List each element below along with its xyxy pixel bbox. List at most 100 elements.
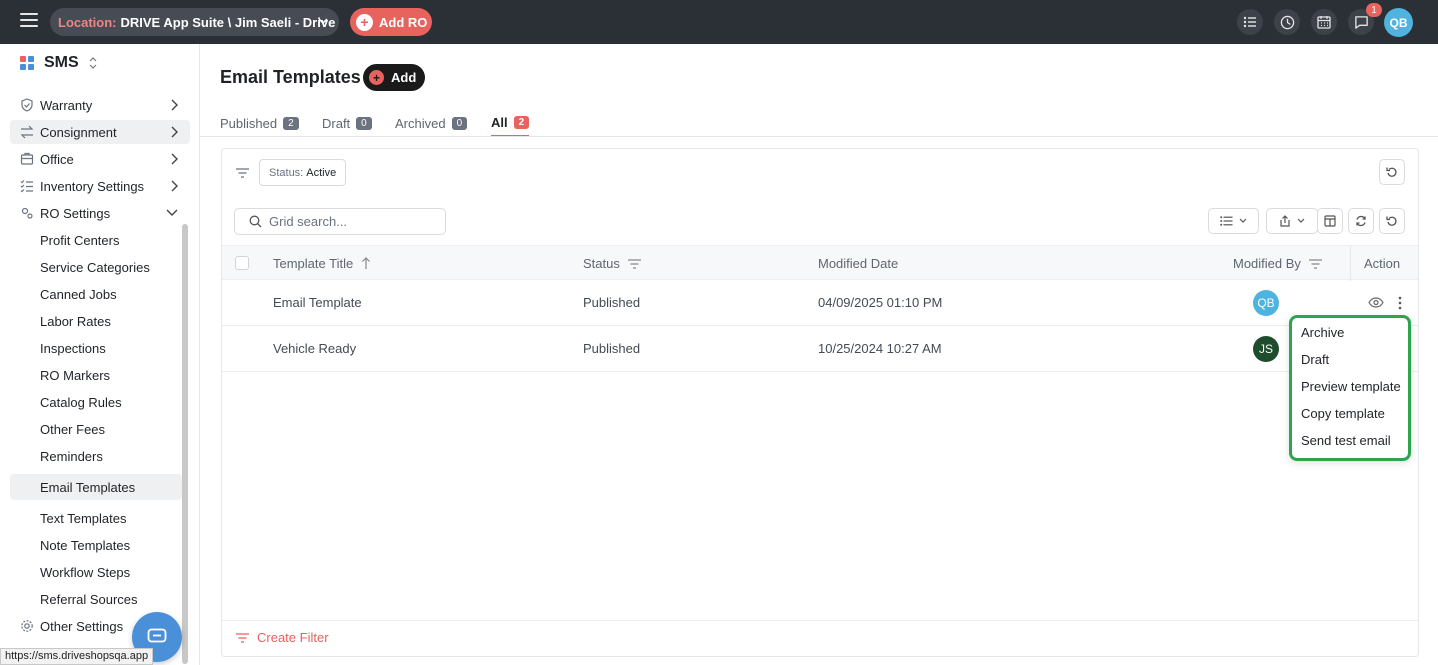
tab-count: 0 <box>451 117 468 130</box>
reset-filters-button[interactable] <box>1379 159 1405 185</box>
grid-search-input[interactable] <box>269 214 429 229</box>
clock-icon[interactable] <box>1274 9 1300 35</box>
top-bar: Location: DRIVE App Suite \ Jim Saeli - … <box>0 0 1438 44</box>
sidebar-item-note-templates[interactable]: Note Templates <box>10 532 182 558</box>
refresh-button[interactable] <box>1348 208 1374 234</box>
status-filter-chip[interactable]: Status: Active <box>259 159 347 186</box>
menu-item-archive[interactable]: Archive <box>1301 325 1344 340</box>
columns-button[interactable] <box>1317 208 1343 234</box>
create-filter-button[interactable]: Create Filter <box>236 630 329 645</box>
avatar: QB <box>1253 290 1279 316</box>
sidebar-item-ro-markers[interactable]: RO Markers <box>10 362 182 388</box>
sidebar-item-label: Inspections <box>40 340 106 356</box>
cell-template-title[interactable]: Vehicle Ready <box>273 341 356 356</box>
list-icon[interactable] <box>1237 9 1263 35</box>
column-status[interactable]: Status <box>583 256 641 271</box>
sidebar-item-label: Consignment <box>40 124 117 140</box>
location-label: Location: <box>58 14 117 30</box>
add-template-button[interactable]: + Add <box>363 64 425 91</box>
sidebar-item-label: Canned Jobs <box>40 286 117 302</box>
sidebar-item-referral-sources[interactable]: Referral Sources <box>10 586 182 612</box>
sidebar-item-service-categories[interactable]: Service Categories <box>10 254 182 280</box>
menu-item-draft[interactable]: Draft <box>1301 352 1329 367</box>
sidebar-item-label: Referral Sources <box>40 591 138 607</box>
chevron-updown-icon <box>89 57 97 69</box>
gear-icon <box>21 620 33 632</box>
table-row[interactable]: Email Template Published 04/09/2025 01:1… <box>222 280 1418 326</box>
add-ro-button[interactable]: + Add RO <box>350 8 432 36</box>
row-action-menu: Archive Draft Preview template Copy temp… <box>1289 315 1411 461</box>
column-action: Action <box>1364 256 1400 271</box>
sidebar-item-workflow-steps[interactable]: Workflow Steps <box>10 559 182 585</box>
reset-grid-button[interactable] <box>1379 208 1405 234</box>
sidebar-item-text-templates[interactable]: Text Templates <box>10 505 182 531</box>
status-filter-key: Status: <box>269 166 304 179</box>
export-dropdown[interactable] <box>1266 208 1318 234</box>
hamburger-menu-icon[interactable] <box>20 13 38 31</box>
sidebar-item-label: Inventory Settings <box>40 178 145 194</box>
add-label: Add <box>391 70 417 85</box>
sidebar-item-inspections[interactable]: Inspections <box>10 335 182 361</box>
tab-all[interactable]: All 2 <box>491 110 530 137</box>
sidebar-item-label: Warranty <box>40 97 93 113</box>
cell-template-title[interactable]: Email Template <box>273 295 362 310</box>
list-icon <box>1220 216 1233 226</box>
eye-icon[interactable] <box>1368 297 1384 308</box>
more-vertical-icon[interactable] <box>1398 296 1402 310</box>
filter-icon <box>627 258 641 269</box>
menu-item-copy-template[interactable]: Copy template <box>1301 406 1385 421</box>
message-icon[interactable]: 1 <box>1348 3 1382 35</box>
sidebar-item-ro-settings[interactable]: RO Settings <box>10 201 190 225</box>
column-modified-by[interactable]: Modified By <box>1233 256 1322 271</box>
sidebar-item-reminders[interactable]: Reminders <box>10 443 182 469</box>
menu-item-send-test-email[interactable]: Send test email <box>1301 433 1391 448</box>
sidebar-item-office[interactable]: Office <box>10 147 190 171</box>
cell-status: Published <box>583 295 641 310</box>
cell-modified-date: 10/25/2024 10:27 AM <box>818 341 942 356</box>
table-header: Template Title Status Modified Date Modi… <box>222 245 1418 281</box>
sidebar-item-label: Reminders <box>40 448 103 464</box>
sidebar-item-inventory-settings[interactable]: Inventory Settings <box>10 174 190 198</box>
sidebar-item-consignment[interactable]: Consignment <box>10 120 190 144</box>
create-filter-label: Create Filter <box>257 630 329 645</box>
tab-draft[interactable]: Draft 0 <box>322 110 372 137</box>
filter-icon[interactable] <box>236 168 249 178</box>
sidebar-item-warranty[interactable]: Warranty <box>10 93 190 117</box>
chevron-right-icon <box>171 180 178 192</box>
templates-grid-card: Status:Active Template Title Status M <box>221 148 1419 657</box>
sidebar-item-profit-centers[interactable]: Profit Centers <box>10 227 182 253</box>
column-template-title[interactable]: Template Title <box>273 256 371 271</box>
sidebar-item-other-fees[interactable]: Other Fees <box>10 416 182 442</box>
tab-label: Archived <box>395 116 446 131</box>
undo-icon <box>1386 167 1397 177</box>
tab-published[interactable]: Published 2 <box>220 110 299 137</box>
sidebar-item-catalog-rules[interactable]: Catalog Rules <box>10 389 182 415</box>
sidebar-item-label: Profit Centers <box>40 232 120 248</box>
tab-archived[interactable]: Archived 0 <box>395 110 468 137</box>
column-modified-date[interactable]: Modified Date <box>818 256 898 271</box>
location-selector[interactable]: Location: DRIVE App Suite \ Jim Saeli - … <box>50 8 339 36</box>
brand[interactable]: SMS <box>20 54 97 72</box>
tab-count: 2 <box>513 116 530 129</box>
view-options-dropdown[interactable] <box>1208 208 1259 234</box>
select-all-checkbox[interactable] <box>235 256 249 270</box>
cell-status: Published <box>583 341 641 356</box>
tabs-divider <box>200 136 1438 137</box>
sidebar-item-email-templates[interactable]: Email Templates <box>10 474 182 500</box>
chevron-down-icon <box>1239 218 1247 223</box>
sidebar-item-label: Other Fees <box>40 421 106 437</box>
sidebar-item-label: Service Categories <box>40 259 150 275</box>
calendar-icon[interactable] <box>1311 9 1337 35</box>
status-filter-value: Active <box>306 166 337 179</box>
sidebar-item-canned-jobs[interactable]: Canned Jobs <box>10 281 182 307</box>
user-avatar[interactable]: QB <box>1384 8 1413 37</box>
sidebar-scrollbar-thumb[interactable] <box>182 224 188 664</box>
location-value: DRIVE App Suite \ Jim Saeli - Drive <box>120 14 336 30</box>
sidebar-item-label: Email Templates <box>40 479 136 495</box>
sidebar-item-label: Workflow Steps <box>40 564 131 580</box>
sidebar-item-labor-rates[interactable]: Labor Rates <box>10 308 182 334</box>
menu-item-preview-template[interactable]: Preview template <box>1301 379 1401 394</box>
table-row[interactable]: Vehicle Ready Published 10/25/2024 10:27… <box>222 326 1418 372</box>
chat-icon <box>147 628 167 643</box>
grid-search[interactable] <box>234 208 446 235</box>
